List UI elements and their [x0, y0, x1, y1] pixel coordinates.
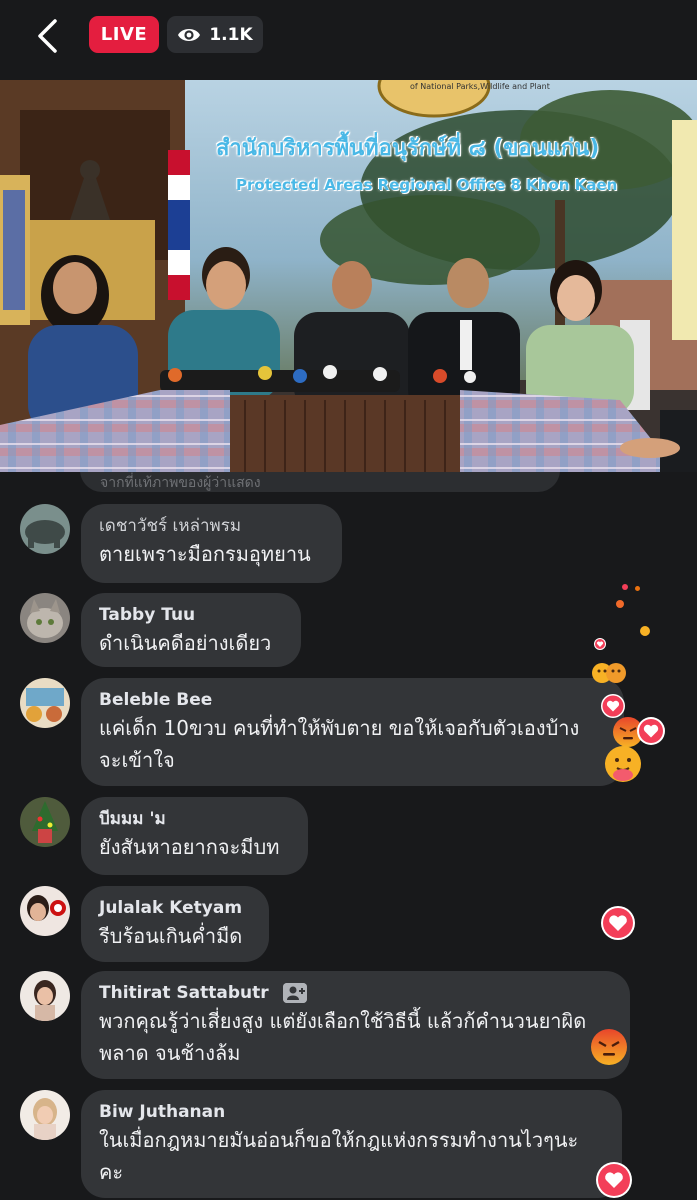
avatar-image	[20, 678, 70, 728]
banner-english-title: Protected Areas Regional Office 8 Khon K…	[236, 176, 618, 194]
comment-text-continued: จะเข้าใจ	[99, 748, 175, 772]
avatar-image	[20, 593, 70, 643]
avatar-image	[20, 886, 70, 936]
comment-author[interactable]: Julalak Ketyam	[99, 896, 251, 920]
comment-author[interactable]: Beleble Bee	[99, 688, 606, 712]
comment-text: ยังสันหาอยากจะมีบท	[99, 835, 280, 859]
live-badge: LIVE	[89, 16, 159, 53]
care-reaction-icon	[592, 663, 626, 683]
eye-icon	[178, 28, 201, 41]
heart-reaction-icon	[601, 906, 635, 940]
banner-thai-title: สำนักบริหารพื้นที่อนุรักษ์ที่ ๘ (ขอนแก่น…	[216, 136, 600, 161]
avatar-image	[20, 504, 70, 554]
avatar[interactable]	[20, 797, 70, 847]
avatar[interactable]	[20, 971, 70, 1021]
comment-author[interactable]: Biw Juthanan	[99, 1100, 604, 1124]
live-label: LIVE	[100, 24, 148, 45]
comment-text: แค่เด็ก 10ขวบ คนที่ทำให้พับตาย ขอให้เจอก…	[99, 716, 580, 740]
heart-reaction-icon	[594, 638, 606, 650]
avatar-image	[20, 797, 70, 847]
avatar[interactable]	[20, 886, 70, 936]
comment-bubble: Thitirat Sattabutr พวกคุณรู้ว่าเสี่ยงสูง…	[81, 971, 630, 1079]
back-button[interactable]	[24, 14, 72, 58]
care-reaction-icon	[605, 746, 641, 782]
comment-text: พวกคุณรู้ว่าเสี่ยงสูง แต่ยังเลือกใช้วิธี…	[99, 1009, 587, 1033]
comment-bubble: เดชาวัชร์ เหล่าพรม ตายเพราะมือกรมอุทยาน	[81, 504, 342, 583]
live-video-screen: LIVE 1.1K of National Parks,Wildlife and…	[0, 0, 697, 1200]
comment-author-row: Thitirat Sattabutr	[99, 981, 612, 1005]
comment-author[interactable]: เดชาวัชร์ เหล่าพรม	[99, 514, 324, 538]
comment-text: ดำเนินคดีอย่างเดียว	[99, 631, 272, 655]
partial-comment-text: จากที่แท้ภาพของผู้ว่าแสดง	[100, 475, 261, 491]
top-bar: LIVE 1.1K	[0, 0, 697, 80]
heart-reaction-icon	[637, 717, 665, 745]
avatar[interactable]	[20, 593, 70, 643]
angry-reaction-icon	[591, 1029, 627, 1065]
live-video-player[interactable]: of National Parks,Wildlife and Plant สำน…	[0, 80, 697, 472]
comment-bubble: Tabby Tuu ดำเนินคดีอย่างเดียว	[81, 593, 301, 667]
angry-reaction-icon	[635, 586, 640, 591]
angry-reaction-icon	[616, 600, 624, 608]
comment-author[interactable]: Tabby Tuu	[99, 603, 283, 627]
viewer-count-pill[interactable]: 1.1K	[167, 16, 263, 53]
comment-bubble: Julalak Ketyam รีบร้อนเกินค่ำมืด	[81, 886, 269, 962]
comment-text-continued: คะ	[99, 1160, 124, 1184]
comment-feed[interactable]: จากที่แท้ภาพของผู้ว่าแสดง เดชาวัชร์ เหล่…	[0, 472, 697, 1200]
comment-author[interactable]: บีมมม 'ม	[99, 807, 290, 831]
heart-reaction-icon	[622, 584, 628, 590]
comment-text: รีบร้อนเกินค่ำมืด	[99, 924, 243, 948]
comment-bubble: บีมมม 'ม ยังสันหาอยากจะมีบท	[81, 797, 308, 875]
seal-text: of National Parks,Wildlife and Plant	[410, 82, 550, 91]
comment-text-continued: พลาด จนช้างล้ม	[99, 1041, 241, 1065]
back-arrow-icon	[38, 19, 57, 53]
comment-bubble: Biw Juthanan ในเมื่อกฎหมายมันอ่อนก็ขอให้…	[81, 1090, 622, 1198]
comment-bubble: Beleble Bee แค่เด็ก 10ขวบ คนที่ทำให้พับต…	[81, 678, 624, 786]
follower-badge-icon	[282, 983, 307, 1003]
avatar[interactable]	[20, 504, 70, 554]
avatar[interactable]	[20, 678, 70, 728]
avatar-image	[20, 1090, 70, 1140]
comment-author[interactable]: Thitirat Sattabutr	[99, 983, 269, 1003]
heart-reaction-icon	[601, 694, 625, 718]
avatar-image	[20, 971, 70, 1021]
care-reaction-icon	[640, 626, 650, 636]
avatar[interactable]	[20, 1090, 70, 1140]
comment-text: ในเมื่อกฎหมายมันอ่อนก็ขอให้กฎแห่งกรรมทำง…	[99, 1128, 579, 1152]
comment-text: ตายเพราะมือกรมอุทยาน	[99, 542, 311, 566]
viewer-count: 1.1K	[209, 24, 253, 45]
heart-reaction-icon	[596, 1162, 632, 1198]
